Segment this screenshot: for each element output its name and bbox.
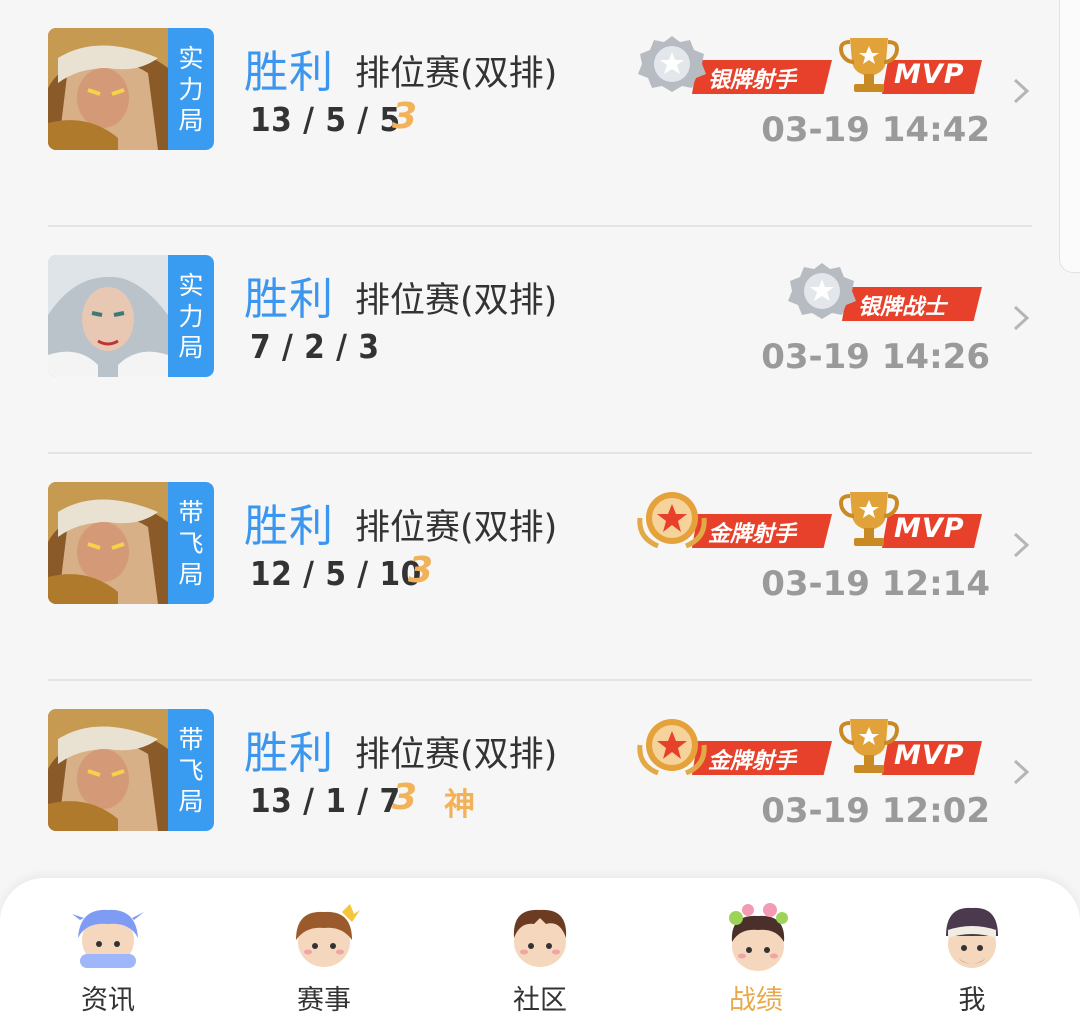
mode-badge: 带飞局	[168, 482, 214, 604]
mode-badge-char: 力	[178, 301, 204, 331]
mvp-badge: MVP	[838, 488, 988, 548]
kda-score: 13 / 5 / 5	[250, 100, 401, 139]
mode-badge-char: 局	[178, 786, 204, 816]
chevron-right-icon[interactable]	[1006, 757, 1036, 787]
triple-kill-badge: 3	[392, 96, 418, 137]
news-avatar-icon	[72, 909, 144, 968]
hero-avatar: 带飞局	[48, 482, 214, 604]
match-mode: 排位赛(双排)	[355, 54, 558, 94]
match-result: 胜利	[244, 501, 334, 552]
gold-medal-icon	[637, 719, 707, 775]
kda-score: 13 / 1 / 7	[250, 781, 401, 820]
tournament-avatar-icon	[296, 904, 360, 967]
mode-badge-char: 带	[178, 724, 204, 754]
me-avatar-icon	[946, 907, 998, 968]
mvp-label: MVP	[894, 513, 965, 544]
chevron-right-icon[interactable]	[1006, 76, 1036, 106]
mode-badge-char: 飞	[178, 528, 204, 558]
mode-badge-char: 局	[178, 105, 204, 135]
hero-avatar: 带飞局	[48, 709, 214, 831]
honor-badge: 银牌射手	[634, 34, 836, 94]
mode-badge-char: 飞	[178, 755, 204, 785]
match-mode: 排位赛(双排)	[355, 281, 558, 321]
match-mode: 排位赛(双排)	[355, 735, 558, 775]
match-time: 03-19 12:14	[761, 564, 990, 604]
match-row[interactable]: 实力局胜利 排位赛(双排) 7 / 2 / 3 银牌战士 03-19 14:26	[0, 227, 1080, 454]
tab-label: 社区	[513, 985, 567, 1016]
match-time: 03-19 14:26	[761, 337, 990, 377]
hero-avatar: 实力局	[48, 28, 214, 150]
trophy-icon	[839, 38, 899, 92]
tab-me[interactable]: 我	[864, 878, 1080, 1024]
tab-community[interactable]: 社区	[432, 878, 648, 1024]
kda-score: 12 / 5 / 10	[250, 554, 422, 593]
honor-title: 金牌射手	[708, 522, 797, 547]
match-result: 胜利	[244, 274, 334, 325]
honor-badge: 金牌射手	[634, 488, 836, 548]
match-result: 胜利	[244, 728, 334, 779]
mvp-badge: MVP	[838, 715, 988, 775]
mode-badge-char: 带	[178, 497, 204, 527]
trophy-icon	[839, 719, 899, 773]
honor-badge: 银牌战士	[784, 261, 986, 321]
kda-score: 7 / 2 / 3	[250, 327, 380, 366]
hero-avatar: 实力局	[48, 255, 214, 377]
match-mode: 排位赛(双排)	[355, 508, 558, 548]
honor-badge: 金牌射手	[634, 715, 836, 775]
honor-title: 金牌射手	[708, 749, 797, 774]
tab-label: 我	[958, 985, 986, 1016]
match-time: 03-19 14:42	[761, 110, 990, 150]
silver-medal-icon	[638, 36, 706, 92]
match-result: 胜利	[244, 47, 334, 98]
mvp-badge: MVP	[838, 34, 988, 94]
bottom-tab-bar: 资讯 赛事 社区 战绩 我	[0, 878, 1080, 1024]
mvp-label: MVP	[894, 59, 965, 90]
mode-badge-char: 实	[178, 270, 204, 300]
mode-badge: 实力局	[168, 255, 214, 377]
tab-label: 战绩	[729, 985, 783, 1016]
tab-label: 资讯	[81, 985, 135, 1016]
silver-medal-icon	[788, 263, 856, 319]
tab-news[interactable]: 资讯	[0, 878, 216, 1024]
triple-kill-badge: 3	[392, 777, 418, 818]
chevron-right-icon[interactable]	[1006, 303, 1036, 333]
mode-badge-char: 局	[178, 332, 204, 362]
tab-record[interactable]: 战绩	[648, 878, 864, 1024]
mvp-label: MVP	[894, 740, 965, 771]
mode-badge-char: 局	[178, 559, 204, 589]
match-row[interactable]: 实力局胜利 排位赛(双排) 13 / 5 / 5 3 银牌射手 MVP 03-19 14:4…	[0, 0, 1080, 227]
tab-label: 赛事	[297, 985, 351, 1016]
tab-tournament[interactable]: 赛事	[216, 878, 432, 1024]
record-avatar-icon	[729, 903, 788, 971]
gold-medal-icon	[637, 492, 707, 548]
honor-title: 银牌射手	[708, 68, 797, 93]
honor-title: 银牌战士	[858, 295, 947, 320]
mode-badge-char: 实	[178, 43, 204, 73]
chevron-right-icon[interactable]	[1006, 530, 1036, 560]
mode-badge-char: 力	[178, 74, 204, 104]
match-time: 03-19 12:02	[761, 791, 990, 831]
triple-kill-badge: 3	[408, 550, 434, 591]
legendary-badge: 神	[444, 787, 475, 823]
match-row[interactable]: 带飞局胜利 排位赛(双排) 13 / 1 / 7 3 神金牌射手 MVP 03-19 12:…	[0, 681, 1080, 908]
community-avatar-icon	[513, 909, 567, 967]
mode-badge: 实力局	[168, 28, 214, 150]
match-row[interactable]: 带飞局胜利 排位赛(双排) 12 / 5 / 10 3 金牌射手 MVP 03-19 12:…	[0, 454, 1080, 681]
trophy-icon	[839, 492, 899, 546]
mode-badge: 带飞局	[168, 709, 214, 831]
